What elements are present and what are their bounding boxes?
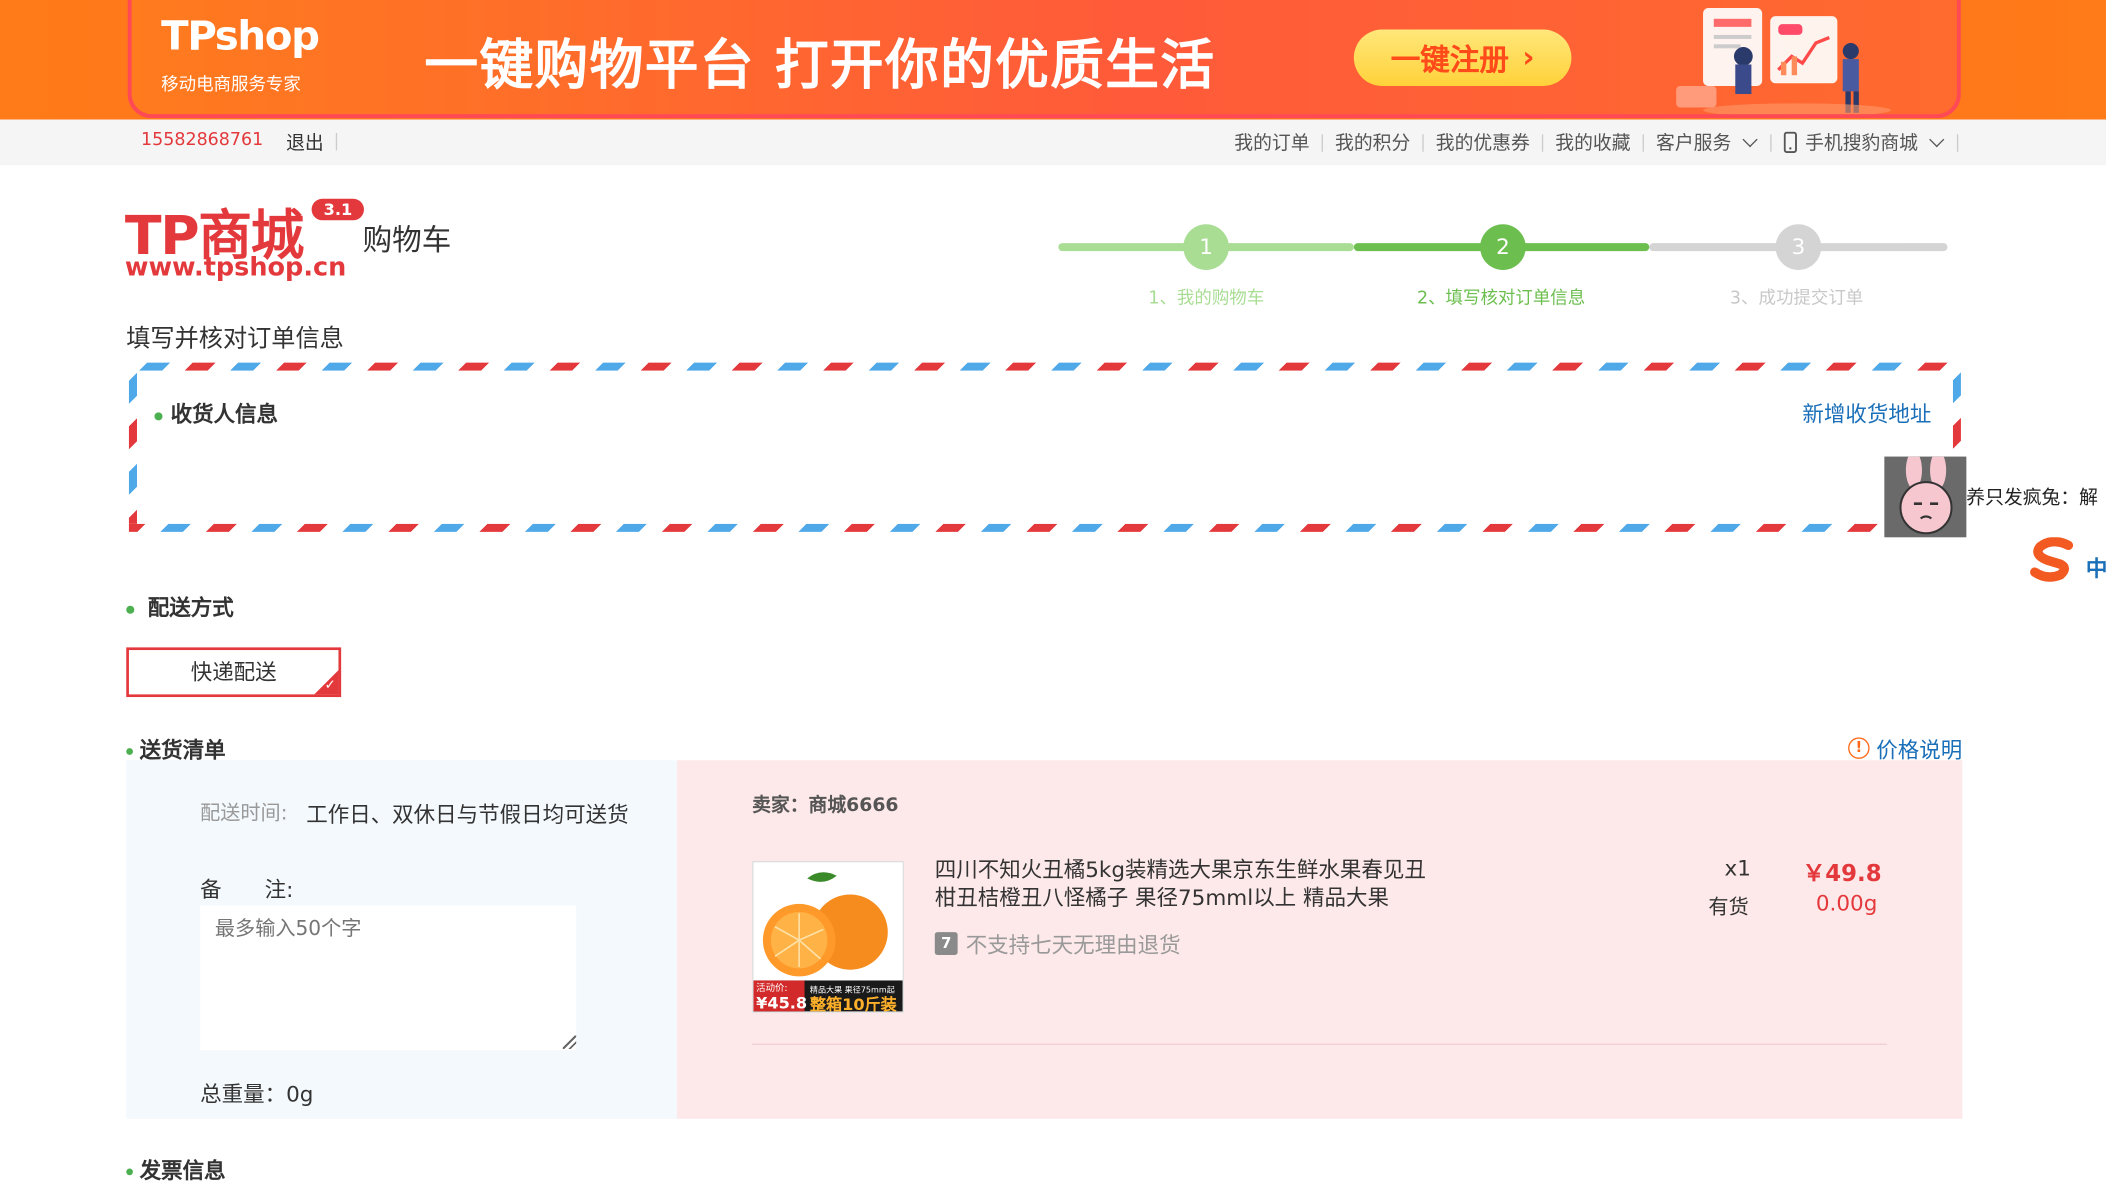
- row-divider: [752, 1043, 1888, 1045]
- chevron-down-icon: [1742, 132, 1758, 148]
- bullet-icon: [126, 748, 133, 755]
- banner-logo-sub: 移动电商服务专家: [161, 75, 301, 96]
- seller-name: 卖家：商城6666: [752, 795, 899, 817]
- step-2-label: 2、填写核对订单信息: [1416, 288, 1586, 309]
- invoice-info-title: 发票信息: [126, 1152, 226, 1184]
- check-icon: ✓: [324, 678, 336, 694]
- bullet-icon: [126, 605, 135, 614]
- receiver-info-label: 收货人信息: [170, 401, 279, 428]
- nav-my-coupons[interactable]: 我的优惠券: [1424, 129, 1542, 156]
- logo-version-badge: 3.1: [311, 198, 365, 221]
- side-widget-text[interactable]: 养只发疯兔：解: [1966, 484, 2098, 511]
- add-address-link[interactable]: 新增收货地址: [1802, 396, 1931, 428]
- bullet-icon: [154, 411, 163, 420]
- mobile-phone-icon: [1783, 131, 1797, 153]
- product-price: ￥49.8: [1802, 860, 1882, 888]
- delivery-list-label: 送货清单: [139, 737, 226, 763]
- banner-illustration-icon: [1676, 8, 1892, 115]
- ship-time-label: 配送时间:: [200, 800, 288, 825]
- step-3-label: 3、成功提交订单: [1729, 288, 1864, 309]
- product-image[interactable]: 活动价: ¥45.8 精品大果 果径75mm起 整箱10斤装: [752, 860, 904, 1013]
- info-icon: !: [1848, 737, 1870, 759]
- remark-label: 备 注:: [200, 877, 294, 903]
- ship-time-value: 工作日、双休日与节假日均可送货: [306, 801, 629, 828]
- product-name[interactable]: 四川不知火丑橘5kg装精选大果京东生鲜水果春见丑柑丑桔橙丑八怪橘子 果径75mm…: [935, 856, 1445, 912]
- banner-slogan: 一键购物平台 打开你的优质生活: [424, 34, 1216, 97]
- bullet-icon: [126, 1168, 133, 1176]
- express-delivery-option[interactable]: 快递配送 ✓: [126, 647, 342, 698]
- nav-my-orders[interactable]: 我的订单: [1222, 129, 1321, 156]
- sogou-input-icon[interactable]: [2028, 537, 2082, 583]
- nav-divider: [335, 132, 338, 151]
- step-2-marker: 2: [1480, 224, 1526, 270]
- shipping-method-label: 配送方式: [147, 594, 234, 621]
- img-promo-price: ¥45.8: [756, 993, 808, 1013]
- nav-mobile-store[interactable]: 手机搜豹商城: [1772, 129, 1957, 156]
- no-return-notice: 7 不支持七天无理由退货: [934, 927, 1181, 959]
- resize-handle-icon[interactable]: [562, 1035, 577, 1049]
- product-weight: 0.00g: [1815, 890, 1878, 916]
- nav-my-points[interactable]: 我的积分: [1323, 129, 1422, 156]
- receiver-info-title: 收货人信息: [154, 396, 278, 428]
- receiver-info-area: [136, 370, 1953, 524]
- logout-link[interactable]: 退出: [286, 129, 324, 156]
- seven-day-return-icon: 7: [934, 931, 958, 955]
- chevron-right-icon: ›: [1522, 40, 1535, 75]
- total-weight: 总重量：0g: [200, 1081, 314, 1107]
- img-box-label: 整箱10斤装: [809, 995, 897, 1013]
- product-stock: 有货: [1708, 894, 1749, 919]
- bunny-avatar[interactable]: [1884, 456, 1967, 538]
- express-delivery-label: 快递配送: [190, 659, 277, 685]
- section-title: 填写并核对订单信息: [126, 325, 344, 354]
- top-nav-links: 我的订单 我的积分 我的优惠券 我的收藏 客户服务 手机搜豹商城: [1222, 129, 1959, 156]
- remark-input[interactable]: [200, 905, 577, 1051]
- banner-logo: TPshop: [161, 13, 320, 61]
- product-qty: x1: [1724, 855, 1751, 882]
- step-3-marker: 3: [1775, 224, 1822, 270]
- register-label: 一键注册: [1390, 44, 1509, 78]
- bunny-avatar-icon: [1884, 456, 1967, 538]
- no-return-label: 不支持七天无理由退货: [965, 932, 1181, 958]
- register-button[interactable]: 一键注册 ›: [1353, 29, 1572, 86]
- logo-url: www.tpshop.cn: [124, 252, 347, 283]
- chevron-down-icon: [1929, 132, 1945, 148]
- user-phone[interactable]: 15582868761: [141, 130, 263, 150]
- input-method-label[interactable]: 中: [2086, 551, 2106, 583]
- nav-my-favorites[interactable]: 我的收藏: [1543, 129, 1642, 156]
- step-1-marker: 1: [1183, 224, 1229, 270]
- nav-customer-service[interactable]: 客户服务: [1644, 129, 1770, 156]
- page-title: 购物车: [362, 224, 452, 258]
- promo-banner[interactable]: TPshop 移动电商服务专家 一键购物平台 打开你的优质生活 一键注册 ›: [127, 0, 1961, 119]
- step-1-label: 1、我的购物车: [1148, 288, 1265, 309]
- shipping-method-title: 配送方式: [126, 590, 234, 622]
- nav-customer-service-label: 客户服务: [1656, 132, 1732, 155]
- invoice-info-label: 发票信息: [139, 1157, 226, 1184]
- nav-divider: [1956, 133, 1959, 152]
- nav-mobile-store-label: 手机搜豹商城: [1805, 132, 1918, 155]
